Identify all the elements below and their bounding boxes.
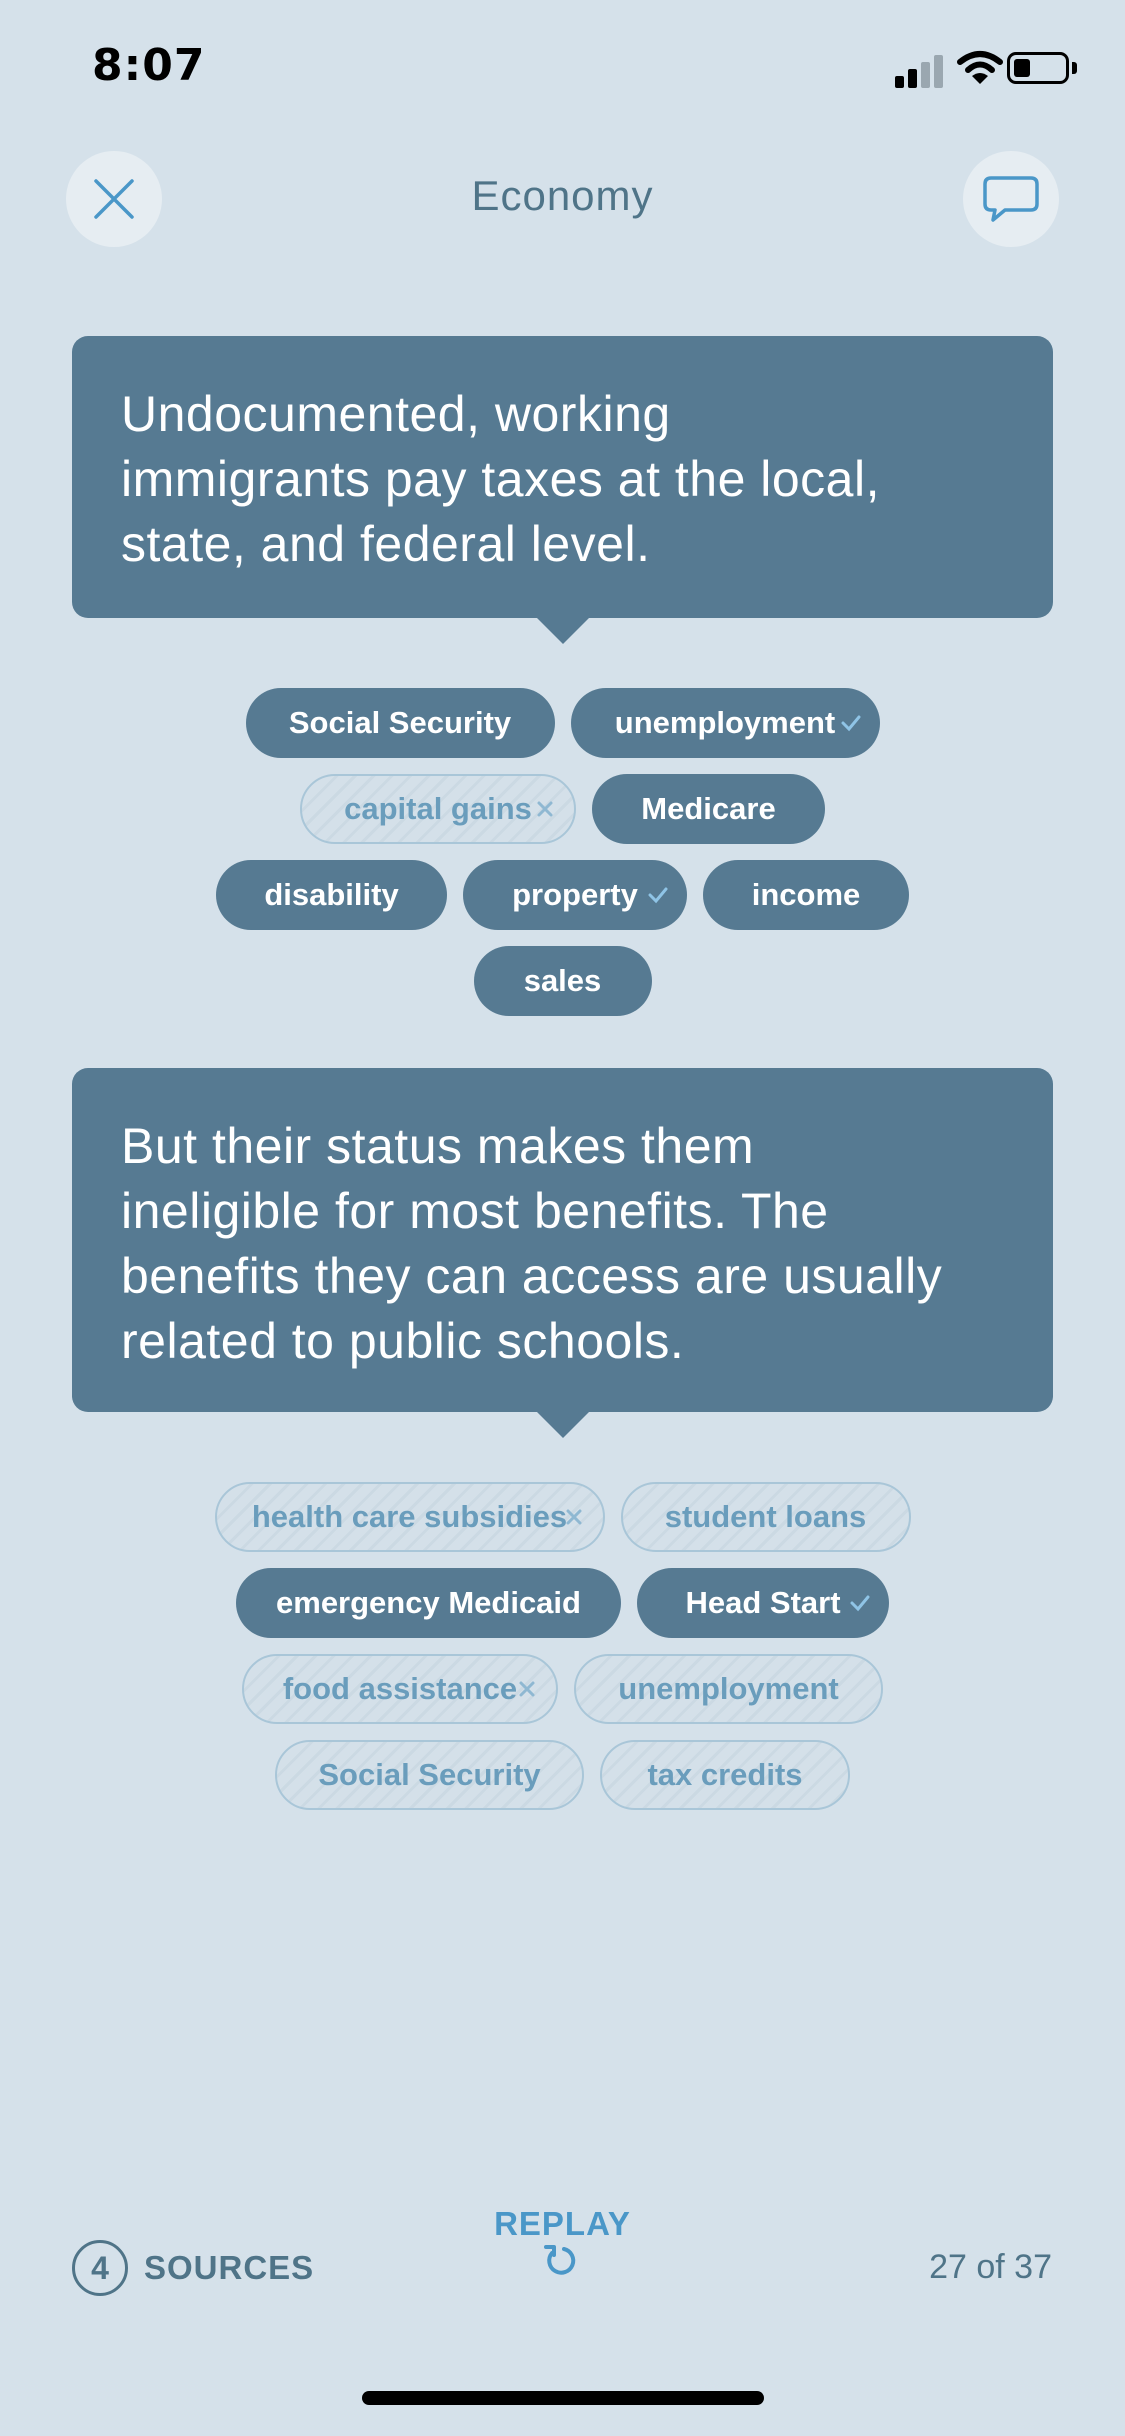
signal-bar-3 bbox=[921, 62, 930, 88]
pill-label: health care subsidies bbox=[251, 1499, 568, 1534]
card-line: immigrants pay taxes at the local, bbox=[121, 451, 880, 507]
pill-property[interactable]: property bbox=[463, 860, 687, 930]
battery-cap bbox=[1072, 62, 1077, 74]
pill-label: student loans bbox=[664, 1499, 867, 1534]
status-time: 8:07 bbox=[92, 40, 206, 91]
pill-label: unemployment bbox=[614, 705, 836, 740]
pill-label: capital gains bbox=[344, 791, 532, 826]
pill-social-security[interactable]: Social Security bbox=[245, 688, 555, 758]
pill-label: Medicare bbox=[641, 791, 776, 826]
pill-label: Social Security bbox=[288, 705, 512, 740]
pill-unemployment-benefit[interactable]: unemployment bbox=[574, 1654, 883, 1724]
benefit-pill-row-3: food assistance unemployment bbox=[0, 1654, 1125, 1724]
card-line: benefits they can access are usually bbox=[121, 1248, 943, 1304]
card-pointer bbox=[536, 618, 589, 644]
benefit-pill-row-4: Social Security tax credits bbox=[0, 1740, 1125, 1810]
x-icon bbox=[566, 1509, 581, 1525]
x-icon bbox=[519, 1681, 535, 1697]
comment-button[interactable] bbox=[963, 151, 1059, 247]
pill-tax-credits[interactable]: tax credits bbox=[600, 1740, 850, 1810]
pill-emergency-medicaid[interactable]: emergency Medicaid bbox=[236, 1568, 621, 1638]
pill-unemployment[interactable]: unemployment bbox=[570, 688, 880, 758]
chat-bubble-icon bbox=[983, 176, 1039, 222]
check-icon bbox=[850, 1595, 870, 1612]
sources-button[interactable]: SOURCES bbox=[144, 2249, 314, 2287]
home-indicator[interactable] bbox=[362, 2391, 764, 2405]
card-line: related to public schools. bbox=[121, 1313, 685, 1369]
check-icon bbox=[648, 887, 668, 904]
pill-health-care-subsidies[interactable]: health care subsidies bbox=[214, 1482, 605, 1552]
page-count: 27 of 37 bbox=[929, 2248, 1052, 2286]
pill-food-assistance[interactable]: food assistance bbox=[242, 1654, 558, 1724]
pill-label: disability bbox=[264, 877, 399, 912]
card-pointer bbox=[536, 1412, 589, 1438]
wifi-icon bbox=[957, 51, 1003, 84]
replay-button[interactable]: REPLAY bbox=[0, 2205, 1125, 2243]
pill-capital-gains[interactable]: capital gains bbox=[300, 774, 576, 844]
pill-sales[interactable]: sales bbox=[473, 946, 652, 1016]
tax-pill-row-2: capital gains Medicare bbox=[0, 774, 1125, 844]
pill-social-security-benefit[interactable]: Social Security bbox=[275, 1740, 584, 1810]
fact-card-benefits: But their status makes them ineligible f… bbox=[72, 1068, 1053, 1438]
card-line: state, and federal level. bbox=[121, 516, 651, 572]
pill-label: Head Start bbox=[685, 1585, 841, 1620]
benefit-pill-row-1: health care subsidies student loans bbox=[0, 1482, 1125, 1552]
pill-label: Social Security bbox=[318, 1757, 541, 1792]
pill-student-loans[interactable]: student loans bbox=[620, 1482, 911, 1552]
tax-pill-row-3: disability property income bbox=[0, 860, 1125, 930]
x-icon bbox=[537, 801, 553, 817]
battery-icon bbox=[1007, 52, 1069, 84]
tax-pill-row-1: Social Security unemployment bbox=[0, 688, 1125, 758]
tax-pill-row-4: sales bbox=[0, 946, 1125, 1016]
pill-income[interactable]: income bbox=[703, 860, 909, 930]
pill-label: property bbox=[512, 877, 638, 912]
pill-head-start[interactable]: Head Start bbox=[637, 1568, 889, 1638]
replay-icon[interactable] bbox=[542, 2243, 578, 2279]
pill-disability[interactable]: disability bbox=[216, 860, 447, 930]
pill-label: income bbox=[751, 877, 861, 912]
pill-label: emergency Medicaid bbox=[276, 1585, 581, 1620]
pill-label: unemployment bbox=[618, 1671, 839, 1706]
pill-label: food assistance bbox=[282, 1671, 518, 1706]
signal-bar-1 bbox=[895, 76, 904, 88]
card-line: But their status makes them bbox=[121, 1118, 755, 1174]
page-title: Economy bbox=[471, 172, 654, 219]
signal-bar-4 bbox=[934, 55, 943, 88]
fact-card-taxes: Undocumented, working immigrants pay tax… bbox=[72, 336, 1053, 644]
signal-bar-2 bbox=[908, 69, 917, 88]
sources-count-badge[interactable]: 4 bbox=[72, 2240, 128, 2296]
benefit-pill-row-2: emergency Medicaid Head Start bbox=[0, 1568, 1125, 1638]
pill-medicare[interactable]: Medicare bbox=[592, 774, 825, 844]
check-icon bbox=[841, 715, 860, 732]
card-line: ineligible for most benefits. The bbox=[121, 1183, 829, 1239]
pill-label: tax credits bbox=[647, 1757, 803, 1792]
status-icons bbox=[859, 48, 1079, 88]
card-line: Undocumented, working bbox=[121, 386, 671, 442]
pill-label: sales bbox=[523, 963, 602, 998]
